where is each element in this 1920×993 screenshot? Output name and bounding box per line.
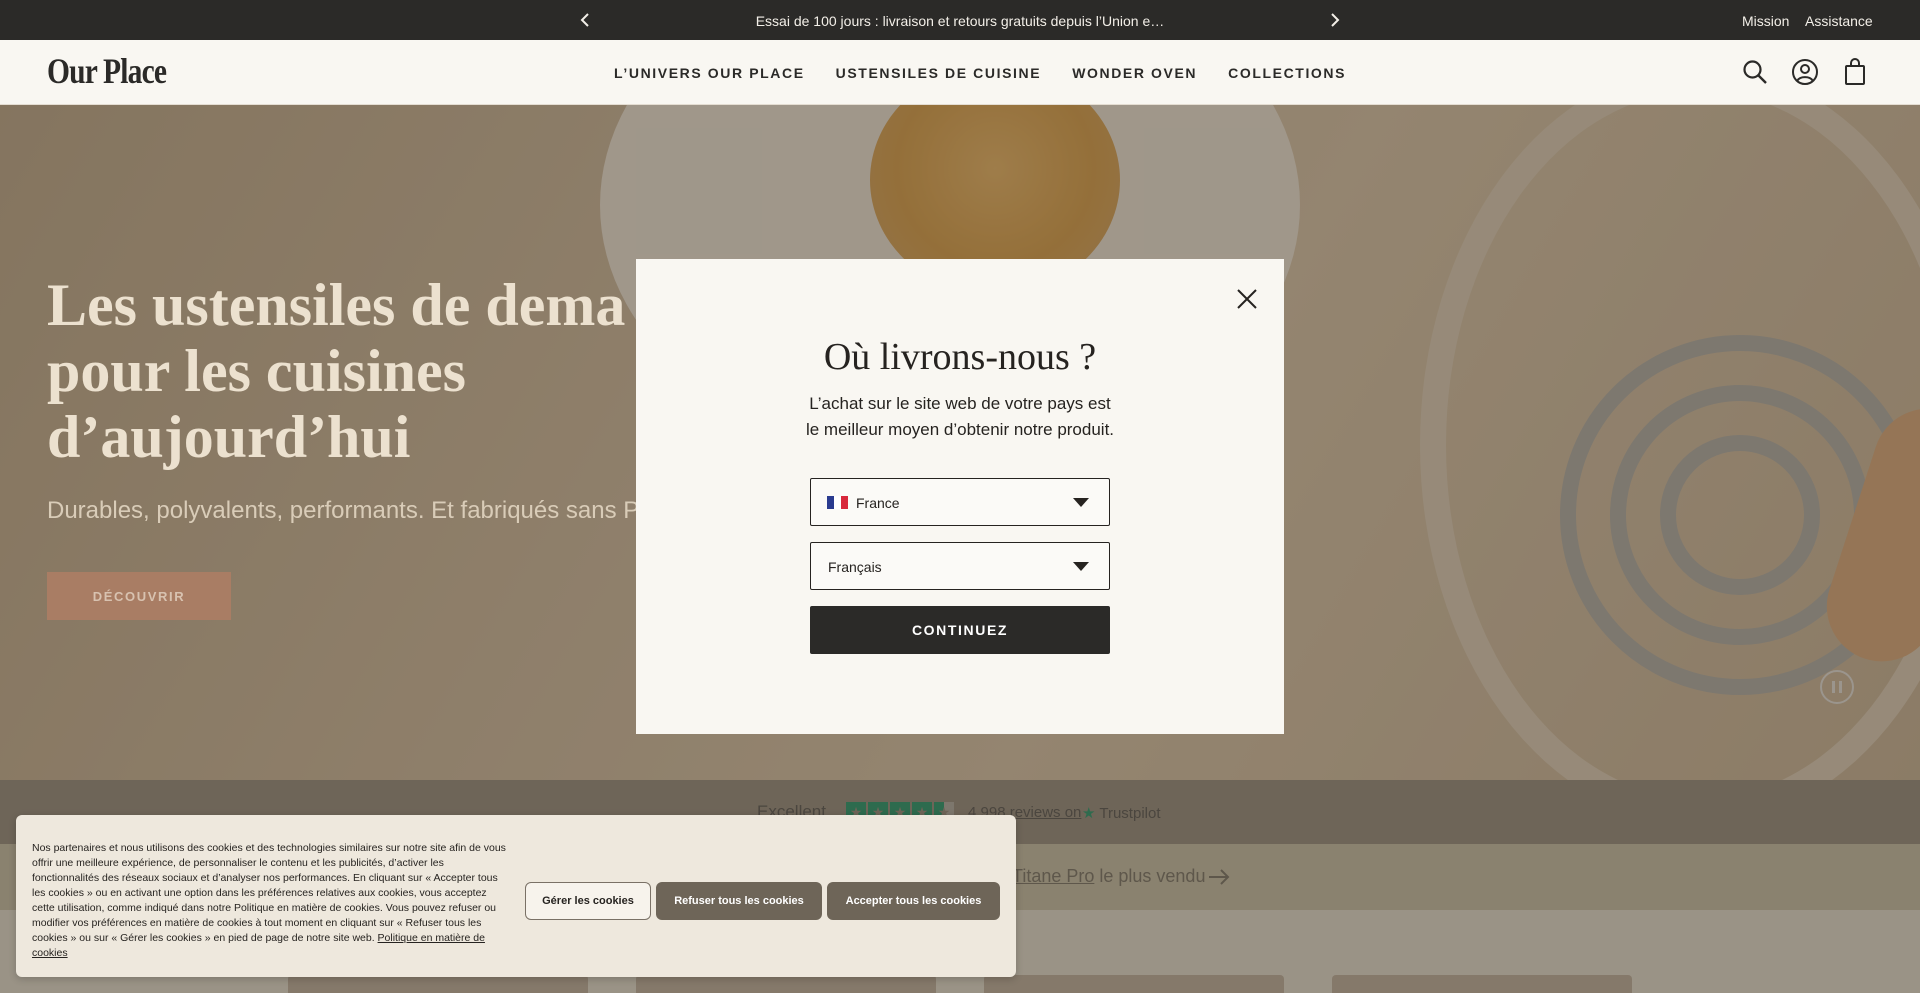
announcement-message: Essai de 100 jours : livraison et retour… — [755, 13, 1165, 29]
trustpilot-star-icon: ★ — [1082, 805, 1096, 822]
nav-item-univers[interactable]: L’UNIVERS OUR PLACE — [614, 65, 805, 81]
manage-cookies-button[interactable]: Gérer les cookies — [525, 882, 651, 920]
caret-down-icon — [1073, 562, 1089, 571]
search-button[interactable] — [1739, 56, 1771, 88]
product-card[interactable] — [1332, 975, 1632, 993]
country-select[interactable]: France — [810, 478, 1110, 526]
chevron-right-icon — [1331, 13, 1340, 27]
language-select[interactable]: Français — [810, 542, 1110, 590]
search-icon — [1743, 60, 1767, 84]
modal-description: L’achat sur le site web de votre pays es… — [760, 391, 1160, 443]
close-icon — [1237, 289, 1257, 309]
logo[interactable]: Our Place — [47, 50, 167, 92]
pause-icon — [1832, 681, 1835, 693]
pause-icon — [1839, 681, 1842, 693]
promo-suffix: le plus vendu — [1094, 866, 1206, 886]
accept-cookies-button[interactable]: Accepter tous les cookies — [827, 882, 1000, 920]
modal-title: Où livrons-nous ? — [823, 336, 1097, 378]
modal-description-line: L’achat sur le site web de votre pays es… — [809, 394, 1111, 413]
mission-link[interactable]: Mission — [1742, 0, 1789, 40]
hero-title-line: d’aujourd’hui — [47, 404, 411, 470]
trustpilot-logo[interactable]: ★ Trustpilot — [1082, 804, 1161, 822]
announcement-bar: Essai de 100 jours : livraison et retour… — [0, 0, 1920, 40]
nav-item-ustensiles[interactable]: USTENSILES DE CUISINE — [836, 65, 1042, 81]
pause-button[interactable] — [1820, 670, 1854, 704]
shipping-modal: Où livrons-nous ? L’achat sur le site we… — [636, 259, 1284, 734]
country-select-value: France — [856, 495, 900, 511]
account-button[interactable] — [1789, 56, 1821, 88]
language-select-value: Français — [828, 559, 882, 575]
trustpilot-brand: Trustpilot — [1099, 805, 1161, 822]
modal-description-line: le meilleur moyen d’obtenir notre produi… — [805, 420, 1115, 439]
nav-item-collections[interactable]: COLLECTIONS — [1228, 65, 1346, 81]
hero-title-line: Les ustensiles de dema — [47, 272, 626, 338]
cookie-text: Nos partenaires et nous utilisons des co… — [32, 841, 508, 961]
announcement-next-button[interactable] — [1320, 0, 1350, 40]
cookie-body: Nos partenaires et nous utilisons des co… — [32, 842, 506, 944]
caret-down-icon — [1073, 498, 1089, 507]
hero-title-line: pour les cuisines — [47, 338, 466, 404]
refuse-cookies-button[interactable]: Refuser tous les cookies — [656, 882, 822, 920]
arrow-right-icon[interactable] — [1208, 866, 1230, 888]
announcement-prev-button[interactable] — [570, 0, 600, 40]
product-card[interactable] — [984, 975, 1284, 993]
close-button[interactable] — [1232, 284, 1262, 314]
main-nav: L’UNIVERS OUR PLACE USTENSILES DE CUISIN… — [614, 40, 1346, 105]
product-card[interactable] — [636, 975, 936, 993]
cart-button[interactable] — [1839, 56, 1871, 88]
site-header: Our Place L’UNIVERS OUR PLACE USTENSILES… — [0, 40, 1920, 105]
shopping-bag-icon — [1845, 58, 1865, 85]
promo-text: Titane Pro le plus vendu — [1012, 866, 1205, 887]
user-icon — [1792, 59, 1818, 85]
product-card[interactable] — [288, 975, 588, 993]
continue-button[interactable]: CONTINUEZ — [810, 606, 1110, 654]
promo-link[interactable]: Titane Pro — [1012, 866, 1094, 886]
france-flag-icon — [827, 496, 848, 509]
assistance-link[interactable]: Assistance — [1805, 0, 1873, 40]
hero-subtitle: Durables, polyvalents, performants. Et f… — [47, 497, 640, 524]
discover-button[interactable]: DÉCOUVRIR — [47, 572, 231, 620]
chevron-left-icon — [580, 13, 589, 27]
nav-item-wonder-oven[interactable]: WONDER OVEN — [1072, 65, 1197, 81]
cookie-banner: Nos partenaires et nous utilisons des co… — [16, 815, 1016, 977]
